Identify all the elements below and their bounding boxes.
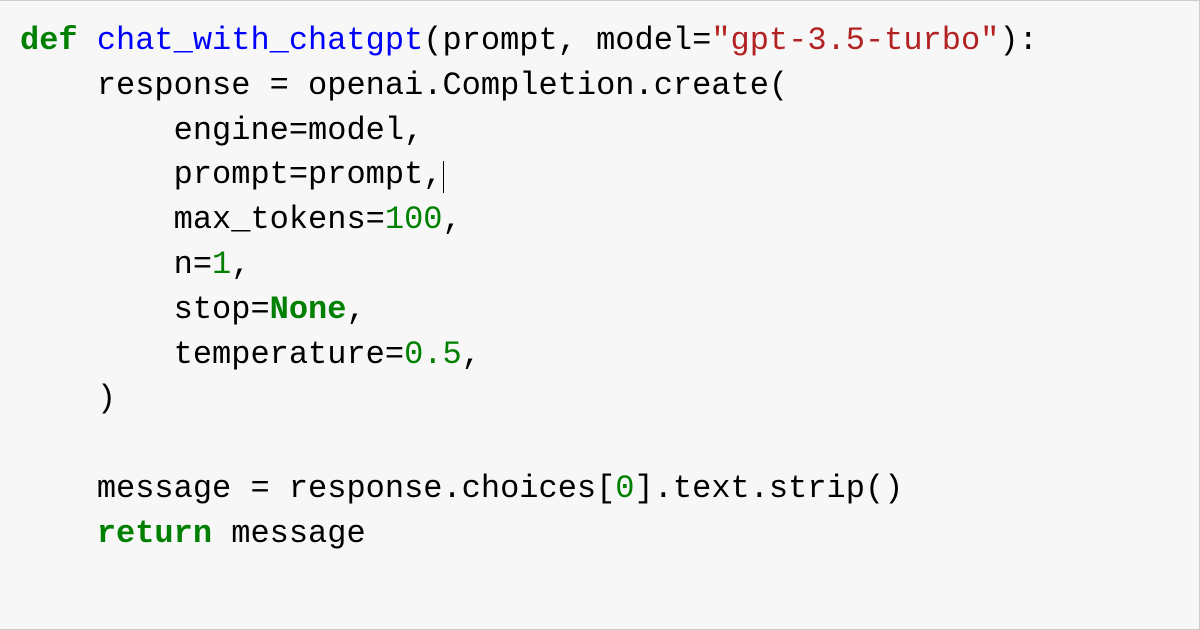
code-line-11: message = response.choices[0].text.strip… [20,470,903,507]
code-line-12: return message [20,515,366,552]
keyword-return: return [97,515,212,552]
text-cursor [443,161,444,193]
code-line-1: def chat_with_chatgpt(prompt, model="gpt… [20,22,1038,59]
code-line-3: engine=model, [20,112,423,149]
code-line-4: prompt=prompt, [20,156,444,193]
code-line-9: ) [20,380,116,417]
code-editor[interactable]: def chat_with_chatgpt(prompt, model="gpt… [0,0,1200,630]
function-name: chat_with_chatgpt [97,22,423,59]
code-line-7: stop=None, [20,291,366,328]
code-line-2: response = openai.Completion.create( [20,67,788,104]
code-line-8: temperature=0.5, [20,336,481,373]
string-literal: "gpt-3.5-turbo" [711,22,999,59]
number-literal: 1 [212,246,231,283]
number-literal: 100 [385,201,443,238]
number-literal: 0 [615,470,634,507]
code-line-6: n=1, [20,246,250,283]
keyword-def: def [20,22,78,59]
code-line-5: max_tokens=100, [20,201,462,238]
number-literal: 0.5 [404,336,462,373]
keyword-none: None [270,291,347,328]
